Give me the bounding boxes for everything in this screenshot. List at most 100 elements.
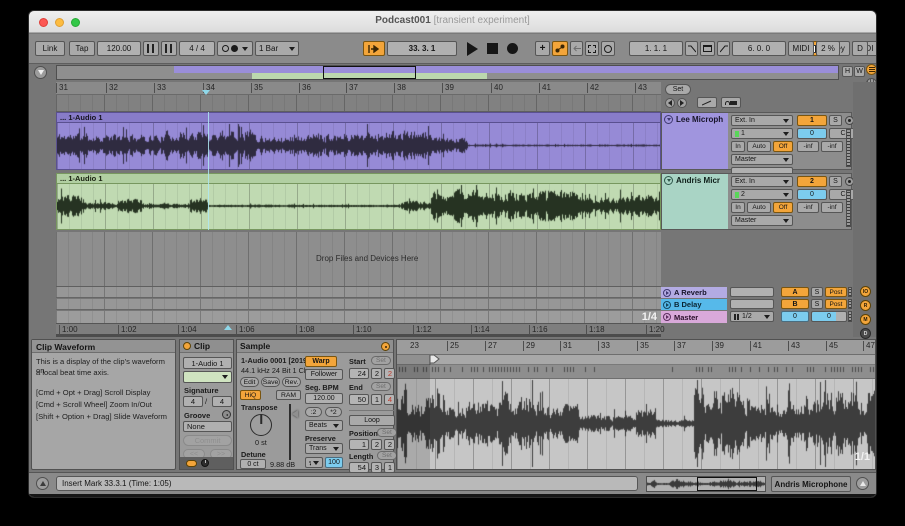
tempo-field[interactable]: 120.00: [97, 41, 141, 56]
prev-locator-button[interactable]: [665, 98, 675, 108]
scrub-area[interactable]: [56, 95, 661, 112]
track1-output-chooser[interactable]: Master: [731, 154, 793, 165]
clip-start-marker[interactable]: [429, 355, 441, 365]
hiq-toggle[interactable]: HiQ: [240, 390, 261, 400]
transpose-knob[interactable]: [250, 414, 272, 436]
set-locator-button[interactable]: Set: [665, 84, 691, 95]
track2-input-channel-chooser[interactable]: 2: [731, 189, 793, 200]
toggle-delay-section[interactable]: D: [860, 328, 871, 339]
loop-length-field[interactable]: 6. 0. 0: [732, 41, 786, 56]
overdub-indicator[interactable]: D: [852, 41, 868, 56]
end-set-button[interactable]: Set: [371, 382, 391, 391]
clip-waveform-area[interactable]: [397, 379, 875, 469]
track1-header[interactable]: Lee Microph Ext. In 1 In Auto Off Master…: [661, 112, 857, 175]
loop-switch-button[interactable]: [601, 41, 615, 56]
toggle-returns-section[interactable]: R: [860, 300, 871, 311]
overview-view-box[interactable]: [322, 66, 417, 79]
track1-name-area[interactable]: Lee Microph: [662, 113, 728, 169]
return-b-post-toggle[interactable]: Post: [825, 299, 847, 309]
loop-start-field[interactable]: 1. 1. 1: [629, 41, 683, 56]
track2-name-area[interactable]: Andris Micr: [662, 174, 728, 229]
commit-groove-button[interactable]: Commit: [183, 435, 232, 446]
signature-numerator-field[interactable]: 4: [183, 396, 203, 407]
track1-monitor-in[interactable]: In: [731, 141, 745, 152]
link-button[interactable]: Link: [35, 41, 65, 56]
track2-fold-button[interactable]: [664, 176, 673, 185]
seg-bpm-field[interactable]: 120.00: [305, 393, 343, 404]
track2-volume-field[interactable]: 0: [797, 189, 827, 200]
clip-activator-icon[interactable]: [183, 342, 191, 350]
track2-monitor-auto[interactable]: Auto: [747, 202, 771, 213]
clip-waveform-editor[interactable]: 23 25 27 29 31 33 35 37 39 41 43 45 47 1…: [396, 339, 876, 470]
signature-denominator-field[interactable]: 4: [212, 396, 232, 407]
track2-arm-button[interactable]: 2: [797, 176, 827, 187]
toggle-mixer-section[interactable]: M: [860, 314, 871, 325]
track1-arm-button[interactable]: 1: [797, 115, 827, 126]
return-b-send-button[interactable]: B: [781, 299, 809, 309]
optimize-height-button[interactable]: H: [842, 66, 853, 77]
double-tempo-button[interactable]: *2: [325, 407, 342, 417]
clip-box-header[interactable]: Clip: [180, 340, 233, 353]
show-overview-toggle[interactable]: [866, 64, 876, 75]
end-beat-field[interactable]: 1: [371, 394, 382, 405]
clip-overview-view-box[interactable]: [697, 477, 757, 491]
arrangement-position-display[interactable]: 33. 3. 1: [387, 41, 457, 56]
arrangement-overview[interactable]: [56, 65, 839, 80]
groove-hotswap-icon[interactable]: [222, 410, 231, 419]
position-set-button[interactable]: Set: [377, 428, 397, 437]
transient-envelope-field[interactable]: 100: [325, 457, 343, 468]
warp-toggle[interactable]: Warp: [305, 356, 337, 367]
return-a-solo-button[interactable]: S: [811, 287, 823, 297]
master-lane[interactable]: 1/4: [56, 311, 661, 324]
gain-slider-handle[interactable]: [292, 410, 298, 418]
position-bar-field[interactable]: 1: [349, 439, 369, 450]
follow-button[interactable]: [363, 41, 385, 56]
master-header[interactable]: Master 1/2 0 0: [661, 311, 852, 324]
loop-toggle-button[interactable]: Loop: [349, 415, 395, 426]
position-beat-field[interactable]: 2: [371, 439, 382, 450]
ram-toggle[interactable]: RAM: [276, 390, 301, 400]
clip-waveform-canvas[interactable]: [397, 379, 875, 468]
nudge-up-button[interactable]: [161, 41, 177, 56]
clip-overview-strip[interactable]: [646, 476, 766, 492]
track1-waveform[interactable]: [57, 123, 660, 168]
groove-chooser[interactable]: None: [183, 421, 232, 432]
re-enable-automation-button[interactable]: [570, 41, 583, 56]
nudge-down-button[interactable]: [143, 41, 159, 56]
track2-lane[interactable]: ... 1-Audio 1: [56, 173, 661, 230]
track1-input-channel-chooser[interactable]: 1: [731, 128, 793, 139]
return-b-slot[interactable]: [730, 299, 774, 309]
track1-fold-button[interactable]: [664, 115, 673, 124]
time-signature-field[interactable]: 4 / 4: [179, 41, 215, 56]
play-button[interactable]: [467, 42, 478, 56]
track1-solo-button[interactable]: S: [829, 115, 842, 126]
reverse-sample-button[interactable]: Rev.: [282, 377, 301, 387]
drop-area[interactable]: Drop Files and Devices Here: [56, 232, 661, 287]
track1-monitor-auto[interactable]: Auto: [747, 141, 771, 152]
return-b-lane[interactable]: [56, 299, 661, 310]
length-set-button[interactable]: Set: [377, 451, 397, 460]
back-to-arrangement-button[interactable]: [34, 66, 47, 79]
return-b-solo-button[interactable]: S: [811, 299, 823, 309]
time-ruler[interactable]: 1:00 1:02 1:04 1:06 1:08 1:10 1:12 1:14 …: [56, 324, 665, 337]
clip-knob-icon[interactable]: [201, 459, 209, 467]
clip-name-field[interactable]: 1-Audio 1: [183, 357, 232, 369]
return-a-post-toggle[interactable]: Post: [825, 287, 847, 297]
gain-value[interactable]: 9.88 dB: [270, 460, 295, 469]
show-info-toggle[interactable]: [36, 477, 49, 490]
toggle-io-section[interactable]: IO: [860, 286, 871, 297]
end-bar-field[interactable]: 50: [349, 394, 369, 405]
position-sixteenth-field[interactable]: 2: [384, 439, 395, 450]
tap-tempo-button[interactable]: Tap: [69, 41, 95, 56]
master-name-area[interactable]: Master: [661, 311, 727, 323]
preserve-chooser[interactable]: Trans: [305, 443, 343, 454]
stop-button[interactable]: [487, 43, 498, 54]
return-a-lane[interactable]: [56, 287, 661, 298]
track2-waveform[interactable]: [57, 184, 660, 228]
end-sixteenth-field[interactable]: 4: [384, 394, 395, 405]
track2-monitor-in[interactable]: In: [731, 202, 745, 213]
track1-clip-body[interactable]: [56, 123, 661, 170]
optimize-width-button[interactable]: W: [854, 66, 865, 77]
follow-action-icon[interactable]: [381, 341, 390, 351]
beat-time-ruler[interactable]: 31 32 33 34 35 36 37 38 39 40 41 42 43: [56, 82, 661, 95]
